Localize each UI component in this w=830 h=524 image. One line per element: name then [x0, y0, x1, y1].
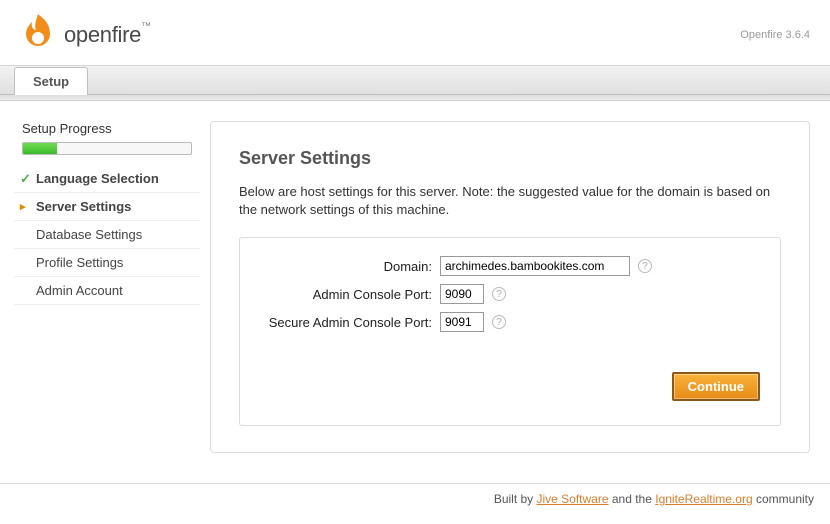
continue-button[interactable]: Continue — [672, 372, 760, 401]
secure-port-input[interactable] — [440, 312, 484, 332]
admin-port-label: Admin Console Port: — [260, 287, 440, 302]
domain-label: Domain: — [260, 259, 440, 274]
help-icon[interactable]: ? — [492, 287, 506, 301]
step-admin-account[interactable]: Admin Account — [14, 277, 200, 305]
trademark: ™ — [141, 21, 151, 32]
step-profile-settings[interactable]: Profile Settings — [14, 249, 200, 277]
button-row: Continue — [260, 372, 760, 401]
footer: Built by Jive Software and the IgniteRea… — [0, 483, 830, 520]
footer-prefix: Built by — [494, 492, 537, 506]
step-label: Admin Account — [36, 283, 123, 298]
row-domain: Domain: ? — [260, 256, 760, 276]
step-server-settings[interactable]: Server Settings — [14, 193, 200, 221]
header: openfire™ Openfire 3.6.4 — [0, 0, 830, 65]
footer-link-jive[interactable]: Jive Software — [537, 492, 609, 506]
tab-setup[interactable]: Setup — [14, 67, 88, 95]
footer-middle: and the — [609, 492, 656, 506]
step-label: Language Selection — [36, 171, 159, 186]
page-description: Below are host settings for this server.… — [239, 183, 781, 219]
step-label: Server Settings — [36, 199, 131, 214]
help-icon[interactable]: ? — [638, 259, 652, 273]
main-panel: Server Settings Below are host settings … — [210, 121, 810, 453]
secure-port-label: Secure Admin Console Port: — [260, 315, 440, 330]
version-label: Openfire 3.6.4 — [740, 29, 810, 41]
footer-suffix: community — [753, 492, 814, 506]
step-label: Database Settings — [36, 227, 142, 242]
progress-fill — [23, 143, 57, 154]
page-title: Server Settings — [239, 148, 781, 169]
progress-bar — [22, 142, 192, 155]
step-list: Language Selection Server Settings Datab… — [14, 165, 200, 305]
admin-port-input[interactable] — [440, 284, 484, 304]
logo: openfire™ — [20, 12, 151, 57]
help-icon[interactable]: ? — [492, 315, 506, 329]
step-database-settings[interactable]: Database Settings — [14, 221, 200, 249]
settings-form: Domain: ? Admin Console Port: ? Secure A… — [239, 237, 781, 426]
product-name: openfire — [64, 22, 141, 48]
content-area: Setup Progress Language Selection Server… — [0, 101, 830, 483]
tab-bar: Setup — [0, 65, 830, 95]
domain-input[interactable] — [440, 256, 630, 276]
step-language-selection[interactable]: Language Selection — [14, 165, 200, 193]
sidebar: Setup Progress Language Selection Server… — [10, 121, 210, 305]
row-secure-port: Secure Admin Console Port: ? — [260, 312, 760, 332]
flame-icon — [20, 12, 56, 57]
sidebar-title: Setup Progress — [14, 121, 200, 136]
row-admin-port: Admin Console Port: ? — [260, 284, 760, 304]
step-label: Profile Settings — [36, 255, 123, 270]
footer-link-ignite[interactable]: IgniteRealtime.org — [655, 492, 752, 506]
